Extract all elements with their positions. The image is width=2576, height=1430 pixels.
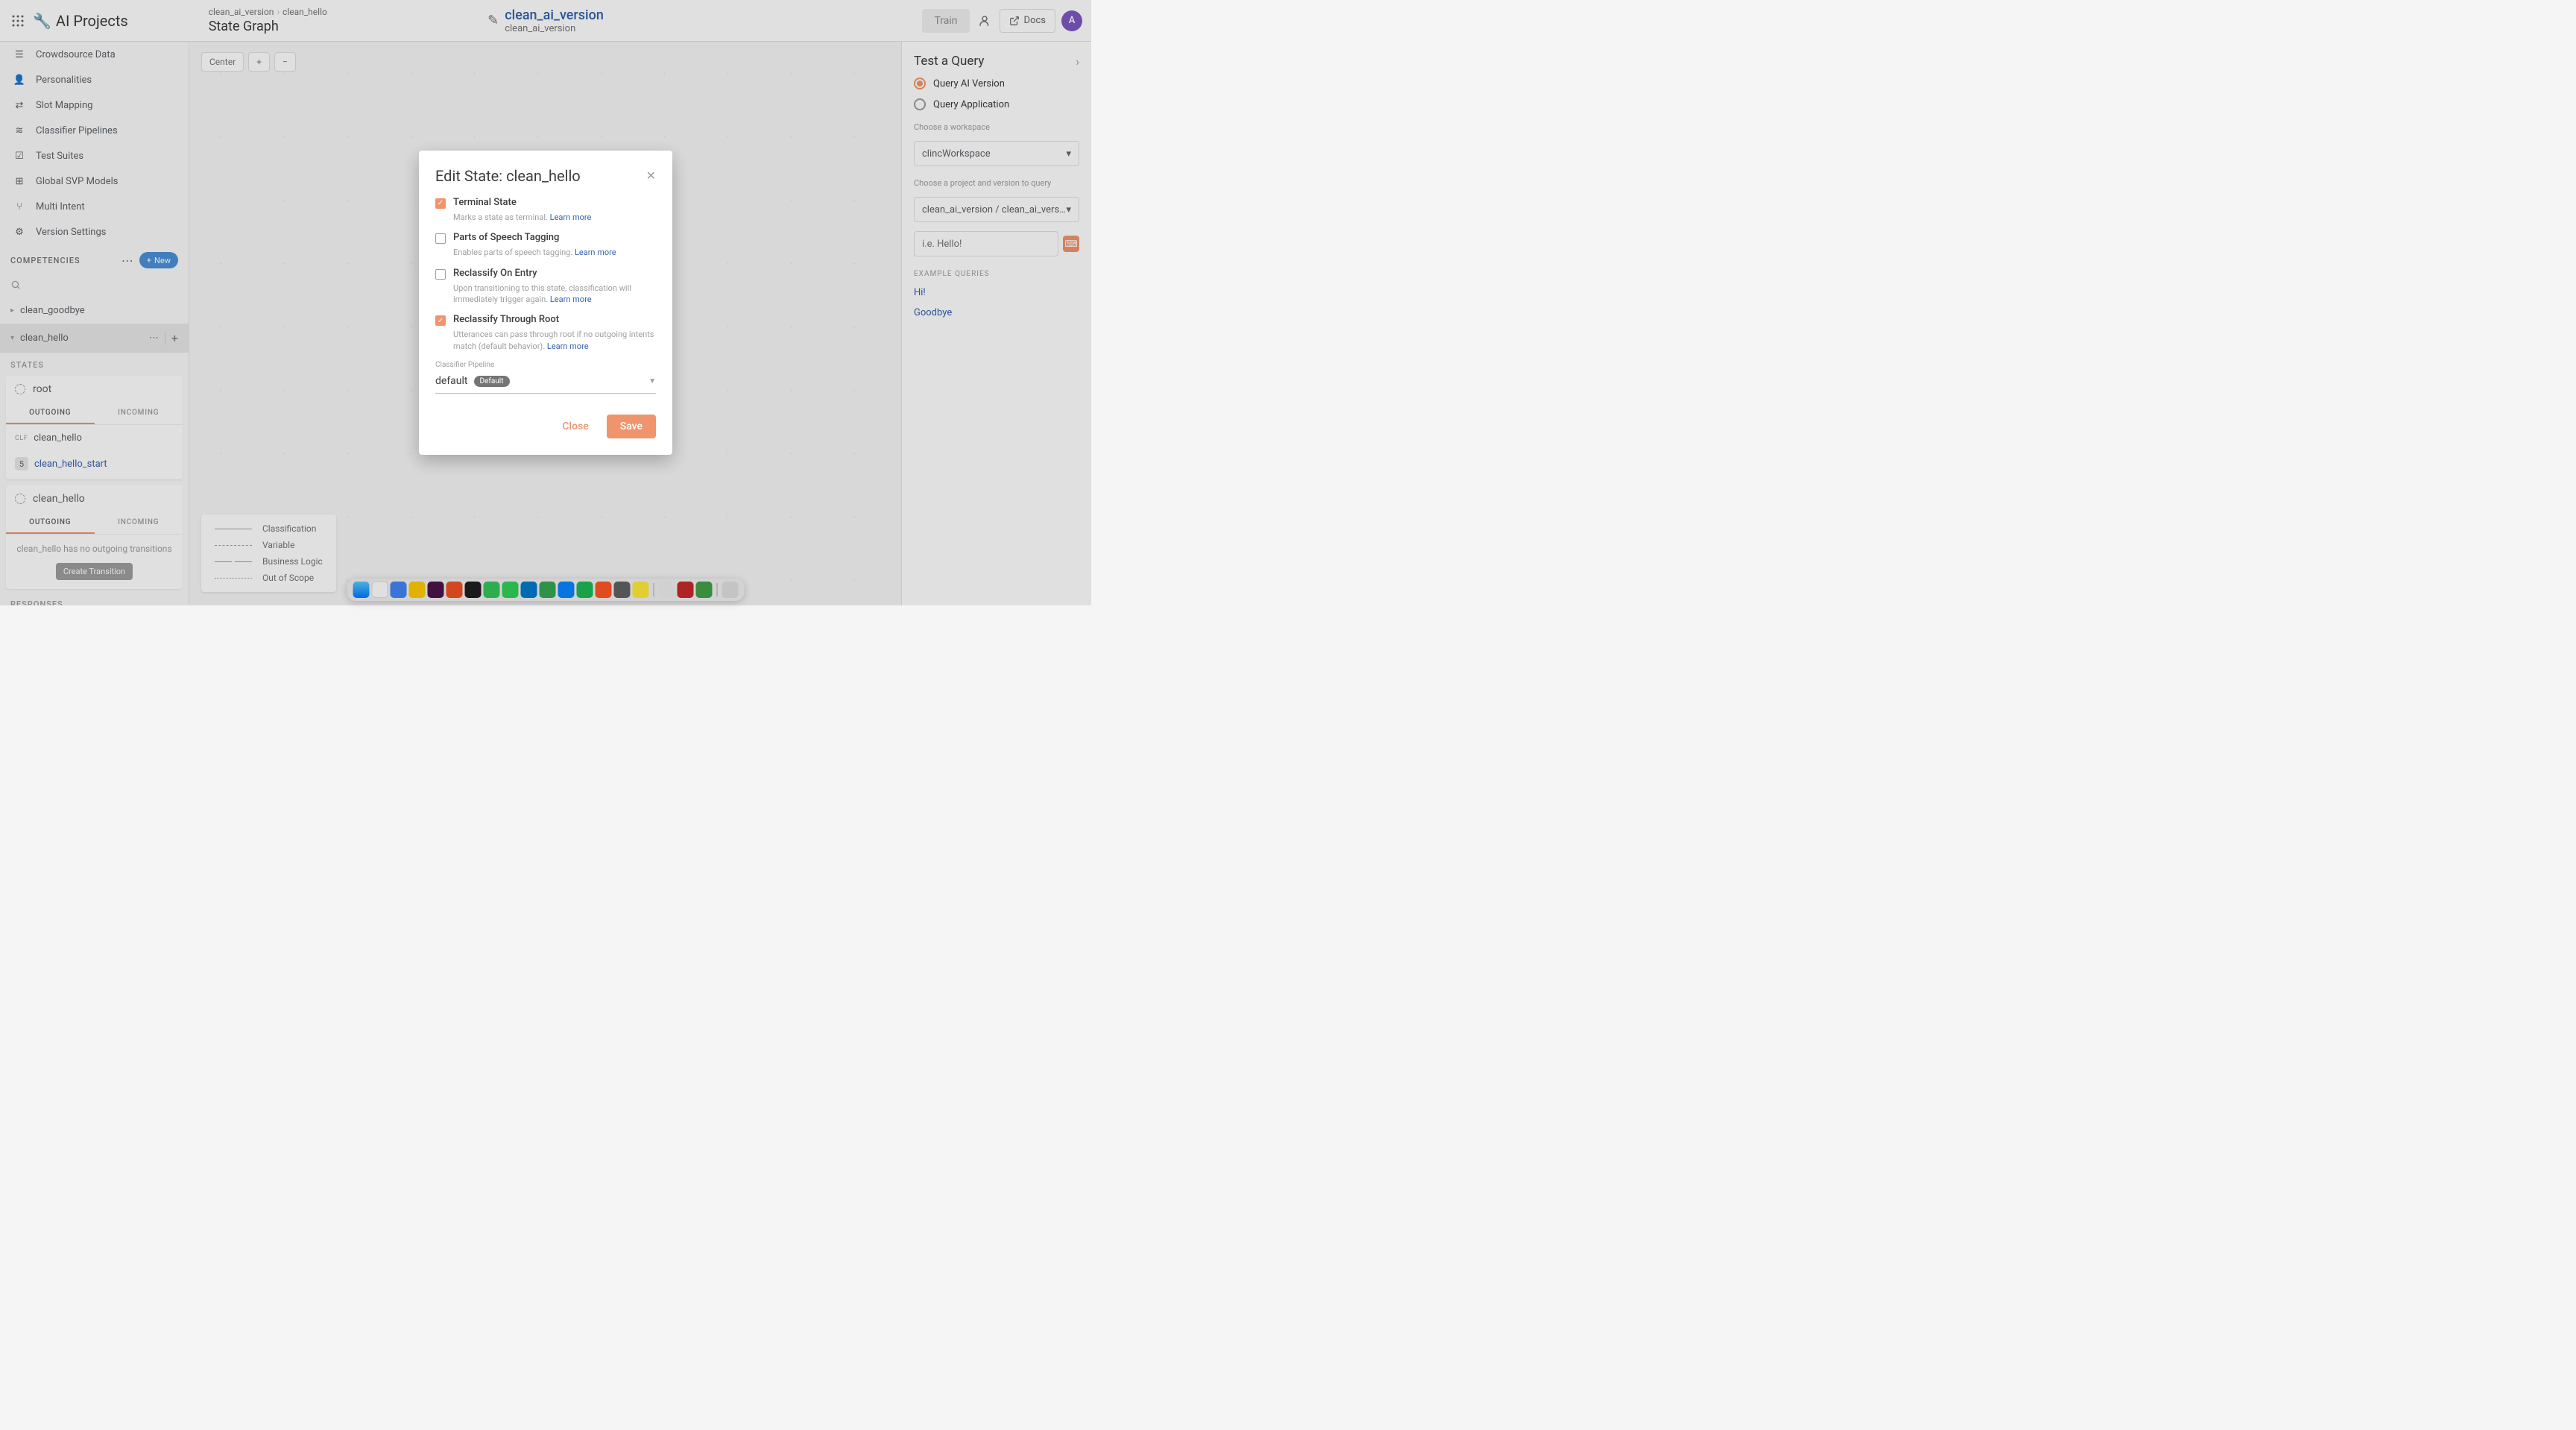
option-description: Marks a state as terminal. Learn more xyxy=(453,212,656,223)
checkbox-checked-icon: ✓ xyxy=(435,198,446,209)
checkbox-row[interactable]: ✓Terminal State xyxy=(435,197,656,209)
close-icon[interactable]: ✕ xyxy=(646,168,656,183)
classifier-pipeline-label: Classifier Pipeline xyxy=(435,361,656,369)
learn-more-link[interactable]: Learn more xyxy=(575,248,616,257)
learn-more-link[interactable]: Learn more xyxy=(550,294,592,304)
save-button[interactable]: Save xyxy=(607,415,656,438)
classifier-pipeline-select[interactable]: default Default ▼ xyxy=(435,369,656,394)
edit-state-modal: Edit State: clean_hello ✕ ✓Terminal State… xyxy=(419,151,672,455)
option-description: Upon transitioning to this state, classi… xyxy=(453,283,656,306)
checkbox-row[interactable]: ✓Reclassify Through Root xyxy=(435,314,656,326)
option-description: Enables parts of speech tagging. Learn m… xyxy=(453,247,656,258)
learn-more-link[interactable]: Learn more xyxy=(550,212,592,222)
option-description: Utterances can pass through root if no o… xyxy=(453,329,656,352)
checkbox-checked-icon: ✓ xyxy=(435,315,446,326)
checkbox-row[interactable]: Parts of Speech Tagging xyxy=(435,232,656,244)
chevron-down-icon: ▼ xyxy=(648,377,656,385)
checkbox-unchecked-icon xyxy=(435,233,446,244)
modal-title: Edit State: clean_hello xyxy=(435,167,581,185)
learn-more-link[interactable]: Learn more xyxy=(547,341,589,351)
modal-overlay[interactable]: Edit State: clean_hello ✕ ✓Terminal State… xyxy=(0,0,1091,605)
checkbox-unchecked-icon xyxy=(435,269,446,280)
close-button[interactable]: Close xyxy=(552,415,599,438)
checkbox-row[interactable]: Reclassify On Entry xyxy=(435,268,656,280)
